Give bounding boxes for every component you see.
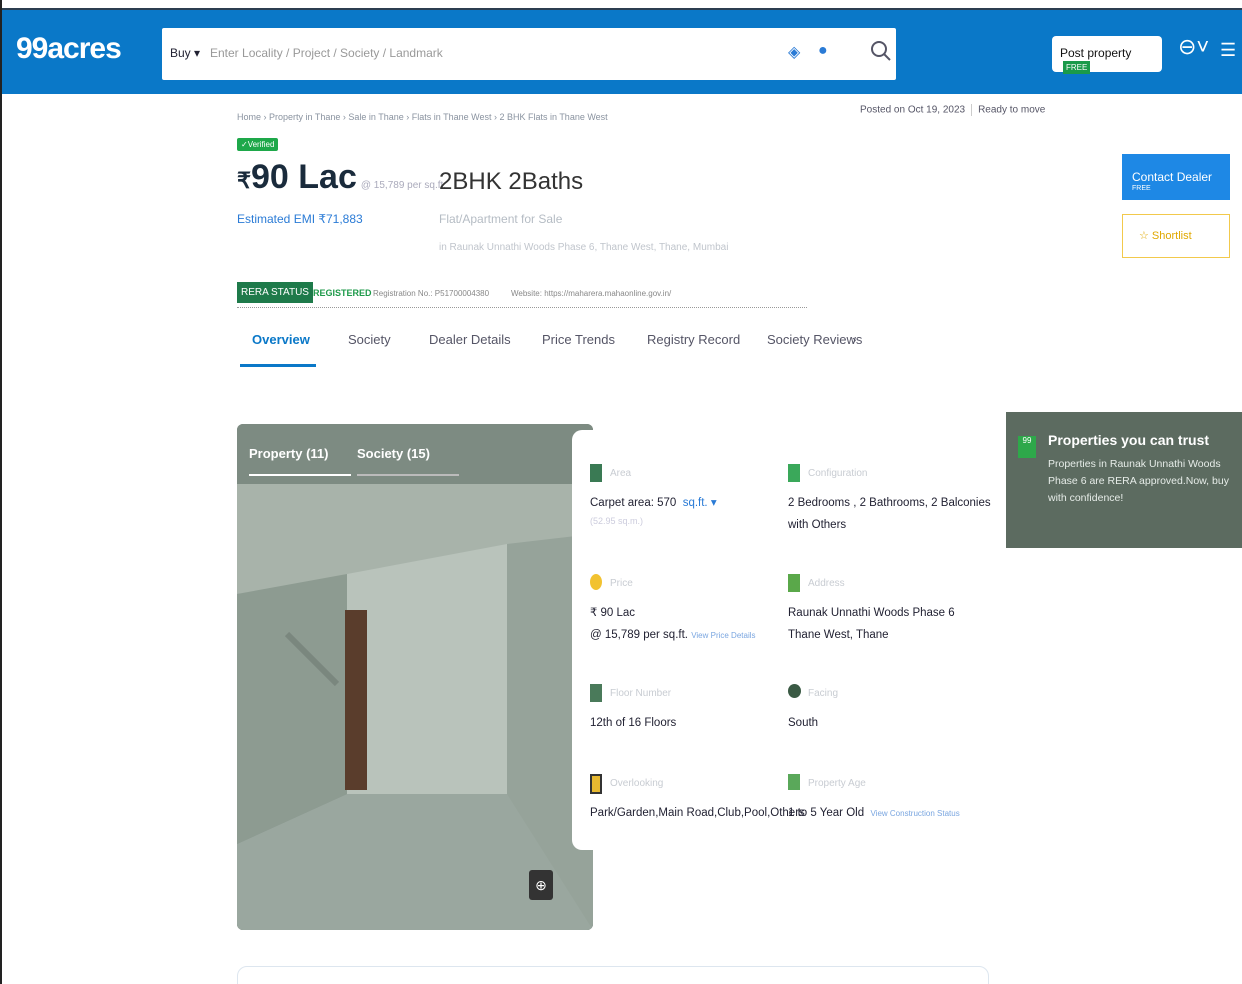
property-details: Area Carpet area: 570 sq.ft. ▾ (52.95 sq… bbox=[572, 430, 996, 850]
facing-value: South bbox=[788, 717, 819, 729]
photo-gallery[interactable]: Property (11) Society (15) ⊕ bbox=[237, 424, 593, 930]
construction-status-link[interactable]: View Construction Status bbox=[870, 809, 959, 818]
post-property-button[interactable]: Post propertyFREE bbox=[1052, 36, 1162, 75]
price-line2: @ 15,789 per sq.ft. bbox=[590, 629, 688, 641]
free-badge: FREE bbox=[1063, 61, 1091, 75]
overlooking-icon bbox=[590, 774, 602, 794]
search-input[interactable]: Enter Locality / Project / Society / Lan… bbox=[210, 46, 443, 60]
property-photo[interactable] bbox=[237, 424, 593, 930]
overlooking-label: Overlooking bbox=[610, 778, 664, 789]
search-icon[interactable] bbox=[868, 38, 894, 64]
price-icon bbox=[590, 574, 602, 590]
compass-icon bbox=[788, 684, 801, 698]
contact-dealer-button[interactable]: Contact Dealer FREE bbox=[1122, 154, 1230, 200]
trust-badge-icon: 99 bbox=[1018, 436, 1036, 458]
configuration-icon bbox=[788, 464, 800, 482]
facing-label: Facing bbox=[808, 688, 839, 699]
configuration-line2: with Others bbox=[788, 519, 847, 531]
property-age-icon bbox=[788, 774, 800, 790]
posted-date: Posted on Oct 19, 2023 bbox=[860, 104, 966, 116]
area-sub: (52.95 sq.m.) bbox=[590, 516, 644, 526]
possession-status: Ready to move bbox=[978, 104, 1046, 116]
address-line1: Raunak Unnathi Woods Phase 6 bbox=[788, 607, 955, 619]
configuration-label: Configuration bbox=[808, 468, 868, 479]
rera-status-badge[interactable]: RERA STATUS bbox=[237, 282, 313, 303]
posted-meta: Posted on Oct 19, 2023 Ready to move bbox=[860, 104, 1045, 116]
next-section-card bbox=[237, 966, 989, 984]
floor-label: Floor Number bbox=[610, 688, 672, 699]
mic-icon[interactable]: ● bbox=[818, 42, 828, 60]
tabs-next-arrow[interactable]: › bbox=[852, 332, 856, 347]
trust-description: Properties in Raunak Unnathi Woods Phase… bbox=[1048, 458, 1229, 504]
zoom-icon[interactable]: ⊕ bbox=[529, 870, 553, 900]
tab-dealer-details[interactable]: Dealer Details bbox=[429, 332, 511, 347]
price-per-sqft: @ 15,789 per sq.ft. bbox=[360, 180, 447, 191]
emi-link[interactable]: Estimated EMI ₹71,883 bbox=[237, 212, 363, 226]
price-label: Price bbox=[610, 578, 633, 589]
gallery-tab-underline-inactive bbox=[357, 474, 459, 476]
property-age-value: 1 to 5 Year Old bbox=[788, 807, 865, 819]
tab-registry-record[interactable]: Registry Record bbox=[647, 332, 740, 347]
gallery-tab-property[interactable]: Property (11) bbox=[249, 446, 328, 461]
area-value: Carpet area: 570 bbox=[590, 497, 677, 509]
search-bar[interactable]: Buy ▾ Enter Locality / Project / Society… bbox=[162, 28, 896, 80]
tab-overview[interactable]: Overview bbox=[252, 332, 310, 347]
rera-row: RERA STATUS REGISTERED Registration No.:… bbox=[237, 282, 807, 308]
address-label: Address bbox=[808, 578, 845, 589]
user-icon[interactable]: ⊖˅ bbox=[1178, 34, 1209, 60]
rera-website[interactable]: Website: https://maharera.mahaonline.gov… bbox=[511, 289, 671, 298]
address-icon bbox=[788, 574, 800, 592]
floor-icon bbox=[590, 684, 602, 702]
property-age-label: Property Age bbox=[808, 778, 866, 789]
tab-society-reviews[interactable]: Society Reviews bbox=[767, 332, 862, 347]
view-price-details-link[interactable]: View Price Details bbox=[691, 631, 755, 640]
price-line1: ₹ 90 Lac bbox=[590, 607, 636, 619]
tab-price-trends[interactable]: Price Trends bbox=[542, 332, 615, 347]
area-unit-dropdown[interactable]: sq.ft. ▾ bbox=[683, 497, 717, 509]
configuration-line1: 2 Bedrooms , 2 Bathrooms, 2 Balconies bbox=[788, 497, 991, 509]
breadcrumb[interactable]: Home › Property in Thane › Sale in Thane… bbox=[237, 112, 608, 122]
address-line2: Thane West, Thane bbox=[788, 629, 889, 641]
price-heading: ₹90 Lac @ 15,789 per sq.ft. bbox=[237, 158, 446, 197]
bhk-title: 2BHK 2Baths bbox=[439, 168, 584, 195]
price-value: 90 Lac bbox=[251, 158, 357, 196]
floor-value: 12th of 16 Floors bbox=[590, 717, 677, 729]
gallery-tab-society[interactable]: Society (15) bbox=[357, 446, 430, 461]
contact-dealer-label: Contact Dealer bbox=[1132, 170, 1213, 184]
currency-symbol: ₹ bbox=[237, 168, 251, 193]
rera-registration-number: Registration No.: P51700004380 bbox=[373, 289, 490, 298]
site-logo[interactable]: 99acres bbox=[16, 32, 122, 66]
active-tab-indicator bbox=[240, 364, 316, 367]
section-tabs: Overview Society Dealer Details Price Tr… bbox=[240, 324, 880, 368]
property-subtype: Flat/Apartment for Sale bbox=[439, 212, 563, 226]
rera-registered: REGISTERED bbox=[313, 288, 372, 298]
location-icon[interactable]: ◈ bbox=[788, 42, 802, 62]
trust-card: 99 Properties you can trust Properties i… bbox=[1006, 412, 1242, 548]
contact-free-badge: FREE bbox=[1132, 185, 1151, 192]
property-address-line: in Raunak Unnathi Woods Phase 6, Thane W… bbox=[439, 242, 729, 253]
menu-icon[interactable]: ☰ bbox=[1220, 40, 1236, 61]
shortlist-button[interactable]: ☆ Shortlist bbox=[1122, 214, 1230, 258]
area-label: Area bbox=[610, 468, 632, 479]
post-property-label: Post property bbox=[1060, 46, 1132, 60]
top-header: 99acres Buy ▾ Enter Locality / Project /… bbox=[2, 8, 1242, 94]
area-icon bbox=[590, 464, 602, 482]
verified-badge: ✓Verified bbox=[237, 138, 279, 151]
overlooking-value: Park/Garden,Main Road,Club,Pool,Others bbox=[590, 807, 805, 819]
tab-society[interactable]: Society bbox=[348, 332, 391, 347]
buy-dropdown[interactable]: Buy ▾ bbox=[170, 46, 200, 60]
gallery-tab-underline bbox=[249, 474, 351, 476]
trust-title: Properties you can trust bbox=[1048, 432, 1210, 448]
